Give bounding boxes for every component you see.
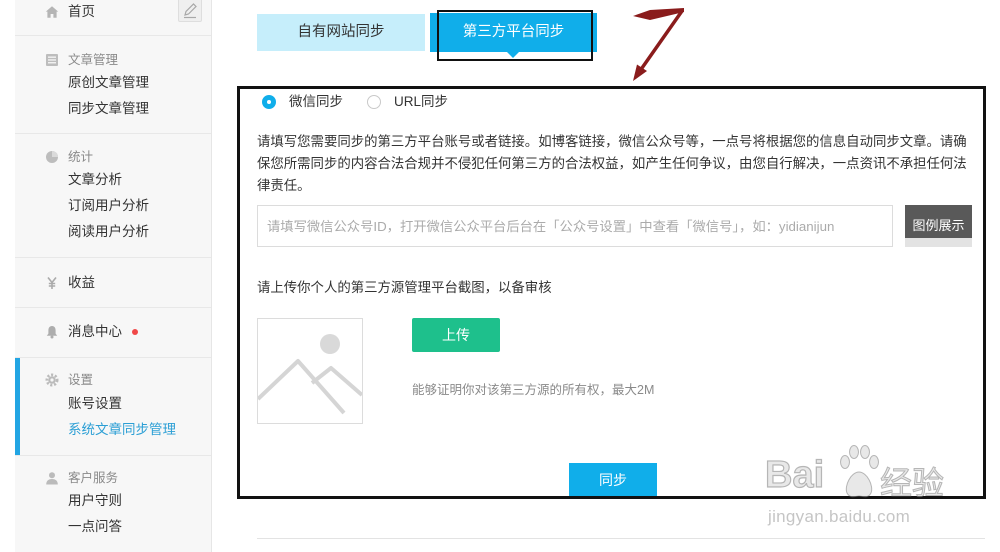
sidebar-divider xyxy=(15,257,211,258)
unread-badge xyxy=(132,329,138,335)
sidebar-item-label: 原创文章管理 xyxy=(68,75,149,90)
sidebar-item-income[interactable]: 收益 xyxy=(15,273,211,293)
annotation-arrow-icon xyxy=(633,8,684,81)
sidebar-item-label: 首页 xyxy=(68,4,95,19)
sidebar-item-label: 用户守则 xyxy=(68,493,122,508)
sidebar-item-label: 账号设置 xyxy=(68,396,122,411)
sidebar-group-article-management: 文章管理 xyxy=(15,50,211,70)
sidebar-divider xyxy=(15,35,211,36)
sidebar-item-message-center[interactable]: 消息中心 xyxy=(15,322,211,342)
sidebar-group-customer-service: 客户服务 xyxy=(15,468,211,488)
sidebar-item-synced-articles[interactable]: 同步文章管理 xyxy=(15,99,211,119)
sidebar-item-account-settings[interactable]: 账号设置 xyxy=(15,394,211,414)
sidebar-group-title: 客户服务 xyxy=(68,471,119,485)
sidebar-group-statistics: 统计 xyxy=(15,147,211,167)
sidebar-item-label: 订阅用户分析 xyxy=(68,198,149,213)
page: 首页 文章管理 原创文章管理 同步文章管理 统计 文章分析 订阅用户分析 阅读用… xyxy=(0,0,1000,552)
sidebar-divider xyxy=(15,307,211,308)
content-divider xyxy=(257,538,985,539)
edit-icon[interactable] xyxy=(178,0,202,22)
sidebar-group-title: 设置 xyxy=(68,373,94,387)
sidebar-item-faq[interactable]: 一点问答 xyxy=(15,517,211,537)
sidebar-item-label: 阅读用户分析 xyxy=(68,224,149,239)
sidebar-item-system-article-sync[interactable]: 系统文章同步管理 xyxy=(15,420,211,440)
sidebar-item-user-rules[interactable]: 用户守则 xyxy=(15,491,211,511)
user-icon xyxy=(45,471,59,485)
sidebar-item-label: 文章分析 xyxy=(68,172,122,187)
sidebar-group-settings: 设置 xyxy=(15,370,211,390)
sidebar-item-original-articles[interactable]: 原创文章管理 xyxy=(15,73,211,93)
bell-icon xyxy=(45,325,59,339)
sidebar-item-subscriber-analysis[interactable]: 订阅用户分析 xyxy=(15,196,211,216)
sidebar-divider xyxy=(15,357,211,358)
watermark-url: jingyan.baidu.com xyxy=(768,507,911,526)
sidebar-item-article-analysis[interactable]: 文章分析 xyxy=(15,170,211,190)
annotation-frame-tab xyxy=(437,10,593,61)
sidebar-item-label: 消息中心 xyxy=(68,324,122,339)
sidebar-divider xyxy=(15,133,211,134)
sidebar-group-title: 统计 xyxy=(68,150,94,164)
sidebar-item-label: 系统文章同步管理 xyxy=(68,422,176,437)
home-icon xyxy=(45,5,59,19)
tab-label: 自有网站同步 xyxy=(297,24,385,40)
document-icon xyxy=(45,53,59,67)
sidebar-item-label: 同步文章管理 xyxy=(68,101,149,116)
tab-own-site-sync[interactable]: 自有网站同步 xyxy=(257,14,425,51)
sidebar: 首页 文章管理 原创文章管理 同步文章管理 统计 文章分析 订阅用户分析 阅读用… xyxy=(15,0,212,552)
sidebar-group-title: 文章管理 xyxy=(68,53,119,67)
sidebar-item-label: 一点问答 xyxy=(68,519,122,534)
gear-icon xyxy=(45,373,59,387)
annotation-frame-form xyxy=(237,86,986,499)
sidebar-item-label: 收益 xyxy=(68,275,95,290)
statistics-icon xyxy=(45,150,59,164)
sidebar-divider xyxy=(15,455,211,456)
yen-icon xyxy=(45,276,59,290)
sidebar-item-reader-analysis[interactable]: 阅读用户分析 xyxy=(15,222,211,242)
